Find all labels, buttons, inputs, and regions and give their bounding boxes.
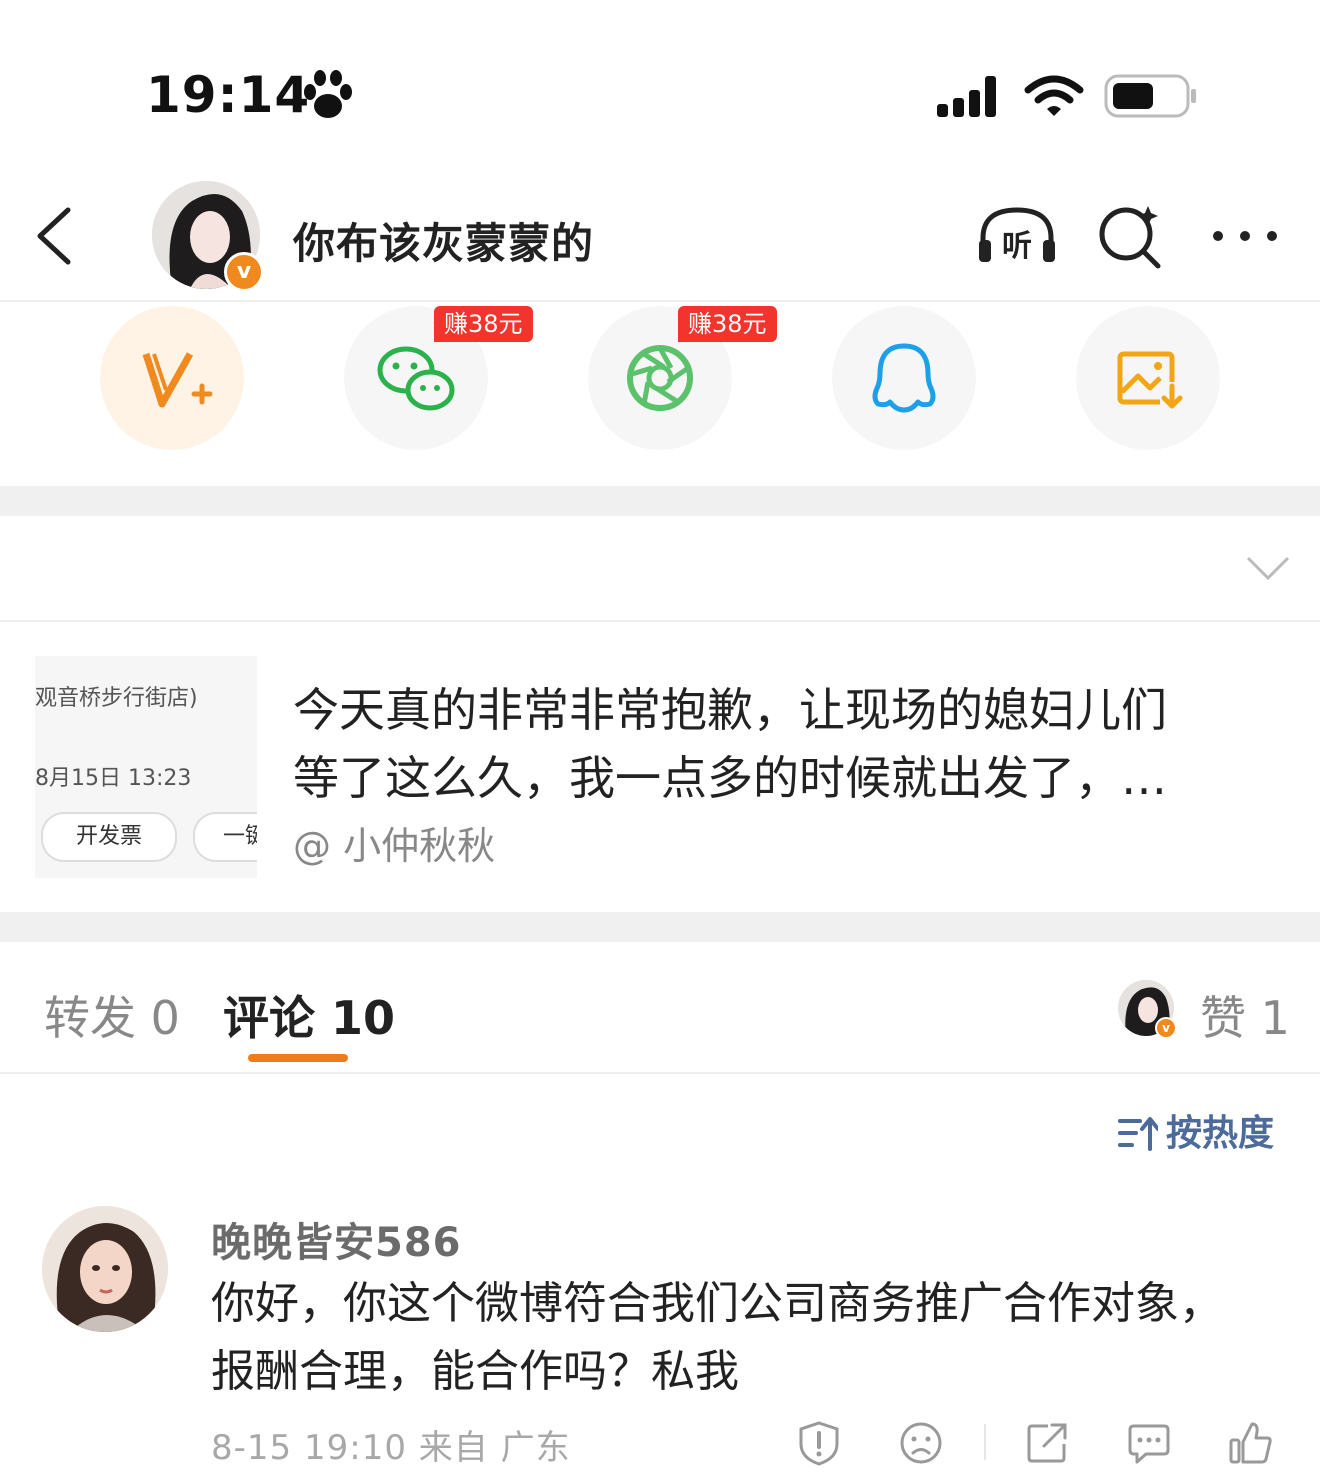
like-icon[interactable] bbox=[1228, 1420, 1274, 1470]
section-divider bbox=[0, 486, 1320, 516]
comment-line: 报酬合理，能合作吗？私我 bbox=[211, 1346, 739, 1397]
active-tab-indicator bbox=[248, 1054, 348, 1062]
thumbnail-date-text: 8月15日 13:23 bbox=[35, 766, 192, 791]
tab-comments[interactable]: 评论 10 bbox=[223, 982, 395, 1048]
page-title: 你布该灰蒙蒙的 bbox=[293, 219, 595, 268]
quoted-post-text[interactable]: 今天真的非常非常抱歉，让现场的媳妇儿们 等了这么久，我一点多的时候就出发了，… bbox=[293, 676, 1268, 812]
chevron-down-icon[interactable] bbox=[1246, 556, 1290, 586]
thumbnail-invoice-button: 开发票 bbox=[41, 812, 177, 862]
report-icon[interactable] bbox=[796, 1420, 842, 1470]
quoted-post-author[interactable]: @ 小仲秋秋 bbox=[293, 815, 495, 870]
quoted-post-line: 今天真的非常非常抱歉，让现场的媳妇儿们 bbox=[293, 683, 1167, 737]
header-divider bbox=[0, 300, 1320, 302]
commenter-name[interactable]: 晚晚皆安586 bbox=[211, 1210, 462, 1268]
quoted-post-line: 等了这么久，我一点多的时候就出发了，… bbox=[293, 751, 1167, 805]
vplus-button[interactable] bbox=[100, 306, 244, 450]
commenter-avatar[interactable] bbox=[42, 1206, 168, 1332]
signal-icon bbox=[935, 74, 1005, 124]
section-divider bbox=[0, 912, 1320, 942]
qq-icon bbox=[872, 343, 936, 413]
comment-line: 你好，你这个微博符合我们公司商务推广合作对象， bbox=[211, 1278, 1223, 1329]
share-qq-button[interactable] bbox=[832, 306, 976, 450]
earn-badge: 赚38元 bbox=[434, 306, 533, 342]
verified-badge: v bbox=[224, 252, 264, 292]
quoted-post-thumbnail[interactable]: 观音桥步行街店) 8月15日 13:23 开发票 一键 bbox=[35, 656, 257, 878]
comment-meta: 8-15 19:10 来自 广东 bbox=[211, 1428, 571, 1468]
tab-likes[interactable]: 赞 1 bbox=[1200, 982, 1290, 1048]
paw-icon bbox=[300, 68, 356, 128]
dislike-icon[interactable] bbox=[898, 1420, 944, 1470]
actions-separator bbox=[984, 1424, 986, 1460]
more-icon[interactable] bbox=[1210, 228, 1280, 247]
battery-icon bbox=[1104, 74, 1200, 124]
divider bbox=[0, 620, 1320, 622]
comment-text: 你好，你这个微博符合我们公司商务推广合作对象， 报酬合理，能合作吗？私我 bbox=[211, 1270, 1271, 1406]
wifi-icon bbox=[1024, 74, 1084, 124]
back-button[interactable] bbox=[32, 204, 76, 272]
thumbnail-onekey-button: 一键 bbox=[193, 812, 257, 862]
share-icon[interactable] bbox=[1024, 1420, 1070, 1470]
svg-text:听: 听 bbox=[1002, 229, 1032, 264]
tabs-divider bbox=[0, 1072, 1320, 1074]
sort-by-hot-button[interactable]: 按热度 bbox=[1118, 1104, 1274, 1156]
sort-label: 按热度 bbox=[1166, 1113, 1275, 1154]
save-image-icon bbox=[1117, 351, 1183, 409]
listen-icon[interactable]: 听 bbox=[975, 204, 1059, 270]
tab-repost[interactable]: 转发 0 bbox=[44, 982, 180, 1048]
verified-badge: v bbox=[1155, 1017, 1177, 1039]
earn-badge: 赚38元 bbox=[678, 306, 777, 342]
status-time: 19:14 bbox=[146, 66, 311, 124]
search-icon[interactable] bbox=[1096, 202, 1166, 274]
comment-icon[interactable] bbox=[1126, 1420, 1172, 1470]
save-image-button[interactable] bbox=[1076, 306, 1220, 450]
thumbnail-store-text: 观音桥步行街店) bbox=[35, 686, 198, 711]
sort-icon bbox=[1118, 1117, 1160, 1151]
